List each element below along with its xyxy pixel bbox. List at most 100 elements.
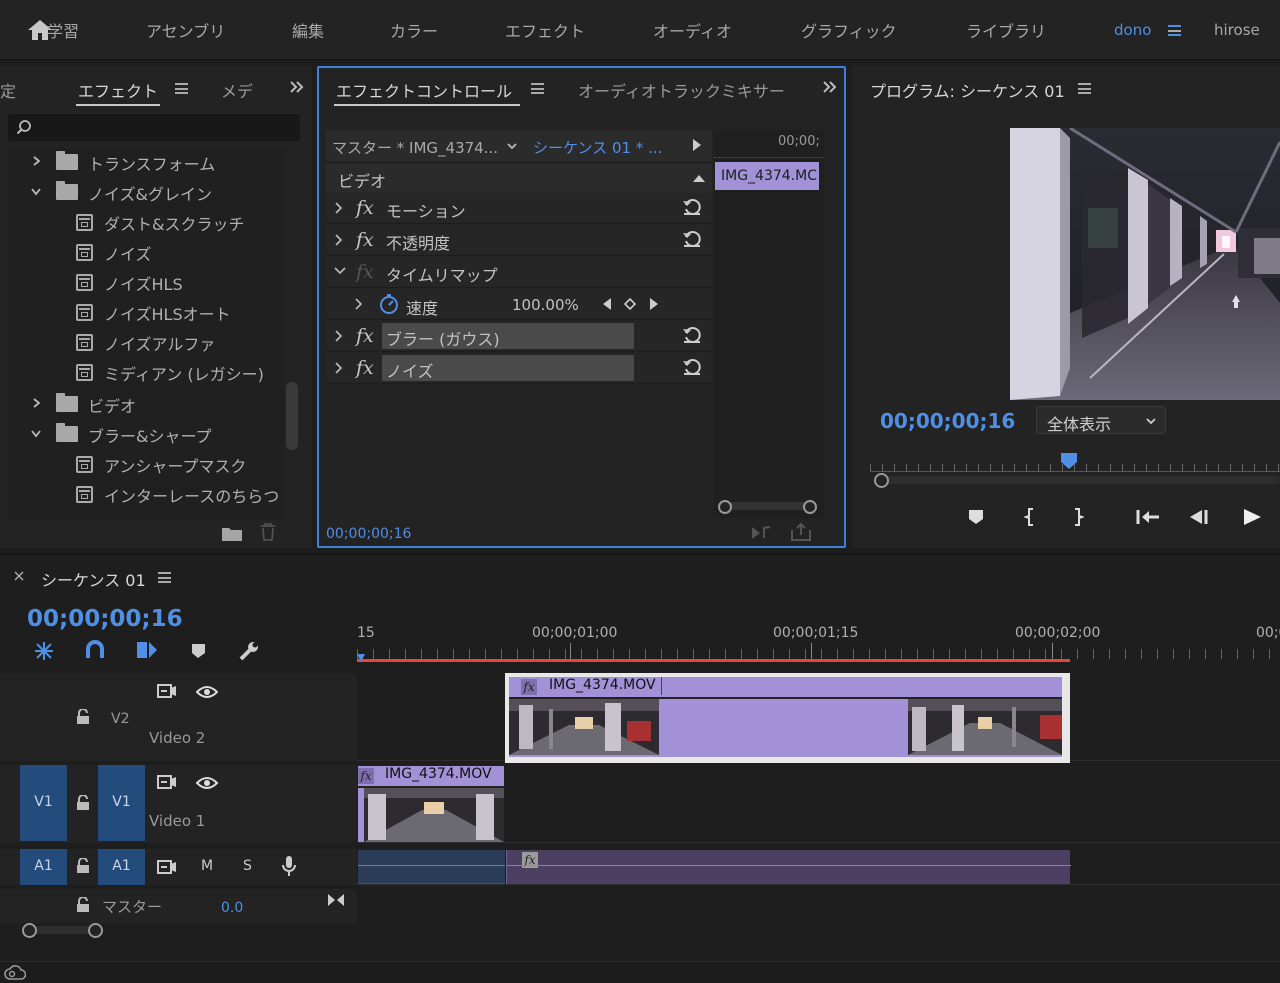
go-to-in-out-icon[interactable] [327, 893, 345, 907]
lock-icon[interactable] [76, 709, 90, 725]
timeline-menu-icon[interactable] [158, 572, 171, 583]
panel-overflow-icon[interactable] [822, 80, 838, 94]
sequence-clip-label[interactable]: シーケンス 01 * ... [533, 137, 663, 158]
audio-clip-a1[interactable]: fx [506, 850, 1071, 884]
workspace-color[interactable]: カラー [390, 18, 438, 42]
chevron-right-icon[interactable] [334, 202, 344, 214]
chevron-down-icon[interactable] [30, 185, 42, 197]
effects-search-input[interactable] [8, 114, 300, 141]
ec-row-time-remap[interactable]: fx タイムリマップ [326, 257, 712, 288]
fx-badge[interactable]: fx [521, 679, 537, 695]
timeline-playhead[interactable] [357, 654, 365, 662]
tree-effect-unsharp-mask[interactable]: アンシャープマスク [8, 450, 280, 480]
workspace-assembly[interactable]: アセンブリ [146, 18, 225, 42]
ec-row-noise[interactable]: fx ノイズ [326, 353, 712, 384]
program-timecode[interactable]: 00;00;00;16 [880, 409, 1015, 433]
effects-tab[interactable]: エフェクト [78, 78, 158, 102]
reset-icon[interactable] [682, 198, 702, 216]
lock-icon[interactable] [76, 795, 90, 811]
add-marker-icon[interactable] [191, 643, 206, 659]
fit-select[interactable]: 全体表示 [1036, 406, 1166, 434]
workspace-hirose[interactable]: hirose [1214, 21, 1260, 39]
new-bin-icon[interactable] [221, 524, 243, 542]
add-keyframe-icon[interactable] [624, 298, 636, 310]
solo-button[interactable]: S [243, 858, 252, 874]
master-clip-label[interactable]: マスター * IMG_4374... [332, 137, 498, 158]
tree-effect-noise[interactable]: ノイズ [8, 238, 280, 268]
timeline-zoom-handle-right[interactable] [88, 923, 103, 938]
workspace-graphics[interactable]: グラフィック [801, 18, 897, 42]
reset-icon[interactable] [682, 230, 702, 248]
wrench-icon[interactable] [238, 640, 260, 662]
workspace-menu-icon[interactable] [1168, 25, 1181, 36]
master-volume-value[interactable]: 0.0 [221, 900, 243, 916]
close-icon[interactable] [14, 571, 24, 581]
creative-cloud-icon[interactable] [4, 965, 26, 981]
chevron-right-icon[interactable] [30, 397, 42, 409]
lock-icon[interactable] [76, 897, 90, 913]
program-menu-icon[interactable] [1078, 83, 1091, 94]
toggle-sync-icon[interactable] [157, 859, 177, 875]
tree-effect-interlace-flicker[interactable]: インターレースのちらつ [8, 480, 280, 510]
track-target-a1[interactable]: A1 [98, 849, 145, 885]
speed-value[interactable]: 100.00% [512, 296, 579, 314]
tree-effect-noise-hls-auto[interactable]: ノイズHLSオート [8, 298, 280, 328]
tree-folder-transform[interactable]: トランスフォーム [8, 148, 280, 178]
reset-icon[interactable] [682, 358, 702, 376]
audio-clip-a1-left[interactable] [358, 850, 505, 884]
eye-icon[interactable] [196, 685, 218, 699]
effects-panel-menu-icon[interactable] [175, 83, 188, 94]
chevron-right-icon[interactable] [334, 330, 344, 342]
fx-icon[interactable]: fx [356, 197, 374, 219]
reset-icon[interactable] [682, 326, 702, 344]
clip-v2[interactable]: fx IMG_4374.MOV [505, 673, 1070, 763]
track-target-v1[interactable]: V1 [98, 765, 145, 841]
eye-icon[interactable] [196, 776, 218, 790]
ec-zoom-handle-right[interactable] [803, 500, 817, 514]
workspace-libraries[interactable]: ライブラリ [966, 18, 1046, 42]
workspace-learn[interactable]: 学習 [47, 18, 79, 42]
effect-controls-menu-icon[interactable] [531, 83, 544, 94]
tree-folder-blur-sharpen[interactable]: ブラー&シャープ [8, 420, 280, 450]
next-keyframe-icon[interactable] [649, 297, 659, 311]
microphone-icon[interactable] [282, 855, 296, 877]
ec-row-opacity[interactable]: fx 不透明度 [326, 225, 712, 256]
play-icon[interactable] [1242, 508, 1262, 526]
nest-sequence-icon[interactable] [33, 640, 55, 662]
fx-badge[interactable]: fx [358, 768, 374, 784]
tree-effect-median[interactable]: ミディアン (レガシー) [8, 358, 280, 388]
fx-icon[interactable]: fx [356, 357, 374, 379]
ec-row-gaussian-blur[interactable]: fx ブラー (ガウス) [326, 321, 712, 352]
workspace-audio[interactable]: オーディオ [653, 18, 732, 42]
go-to-in-icon[interactable] [1136, 508, 1160, 526]
ec-row-motion[interactable]: fx モーション [326, 193, 712, 224]
toggle-sync-icon[interactable] [157, 683, 177, 699]
mute-button[interactable]: M [201, 858, 213, 874]
tree-effect-dust-scratches[interactable]: ダスト&スクラッチ [8, 208, 280, 238]
collapse-triangle-icon[interactable] [692, 173, 706, 183]
clip-v1[interactable]: fx IMG_4374.MOV [358, 766, 504, 842]
program-zoom-handle[interactable] [874, 473, 889, 488]
ec-clip-bar[interactable]: IMG_4374.MC [715, 162, 819, 190]
timeline-timecode[interactable]: 00;00;00;16 [27, 606, 183, 632]
chevron-down-icon[interactable] [334, 266, 346, 276]
chevron-down-icon[interactable] [506, 140, 518, 152]
program-zoom-track[interactable] [880, 476, 1280, 484]
effects-tree-scrollbar[interactable] [286, 382, 298, 450]
tree-effect-noise-hls[interactable]: ノイズHLS [8, 268, 280, 298]
timeline-tab-title[interactable]: シーケンス 01 [41, 567, 146, 591]
tree-folder-video[interactable]: ビデオ [8, 390, 280, 420]
ec-zoom-handle-left[interactable] [718, 500, 732, 514]
prev-panel-tab[interactable]: 定 [0, 78, 16, 102]
trash-icon[interactable] [259, 522, 277, 542]
audio-loop-icon[interactable] [750, 524, 772, 542]
chevron-right-icon[interactable] [334, 234, 344, 246]
chevron-right-icon[interactable] [334, 362, 344, 374]
lock-icon[interactable] [76, 858, 90, 874]
source-patch-a1[interactable]: A1 [20, 849, 67, 885]
stopwatch-icon[interactable] [378, 293, 400, 315]
chevron-right-icon[interactable] [354, 298, 364, 310]
mark-in-icon[interactable] [1024, 507, 1036, 527]
tree-effect-noise-alpha[interactable]: ノイズアルファ [8, 328, 280, 358]
work-area-bar[interactable] [357, 659, 1070, 662]
